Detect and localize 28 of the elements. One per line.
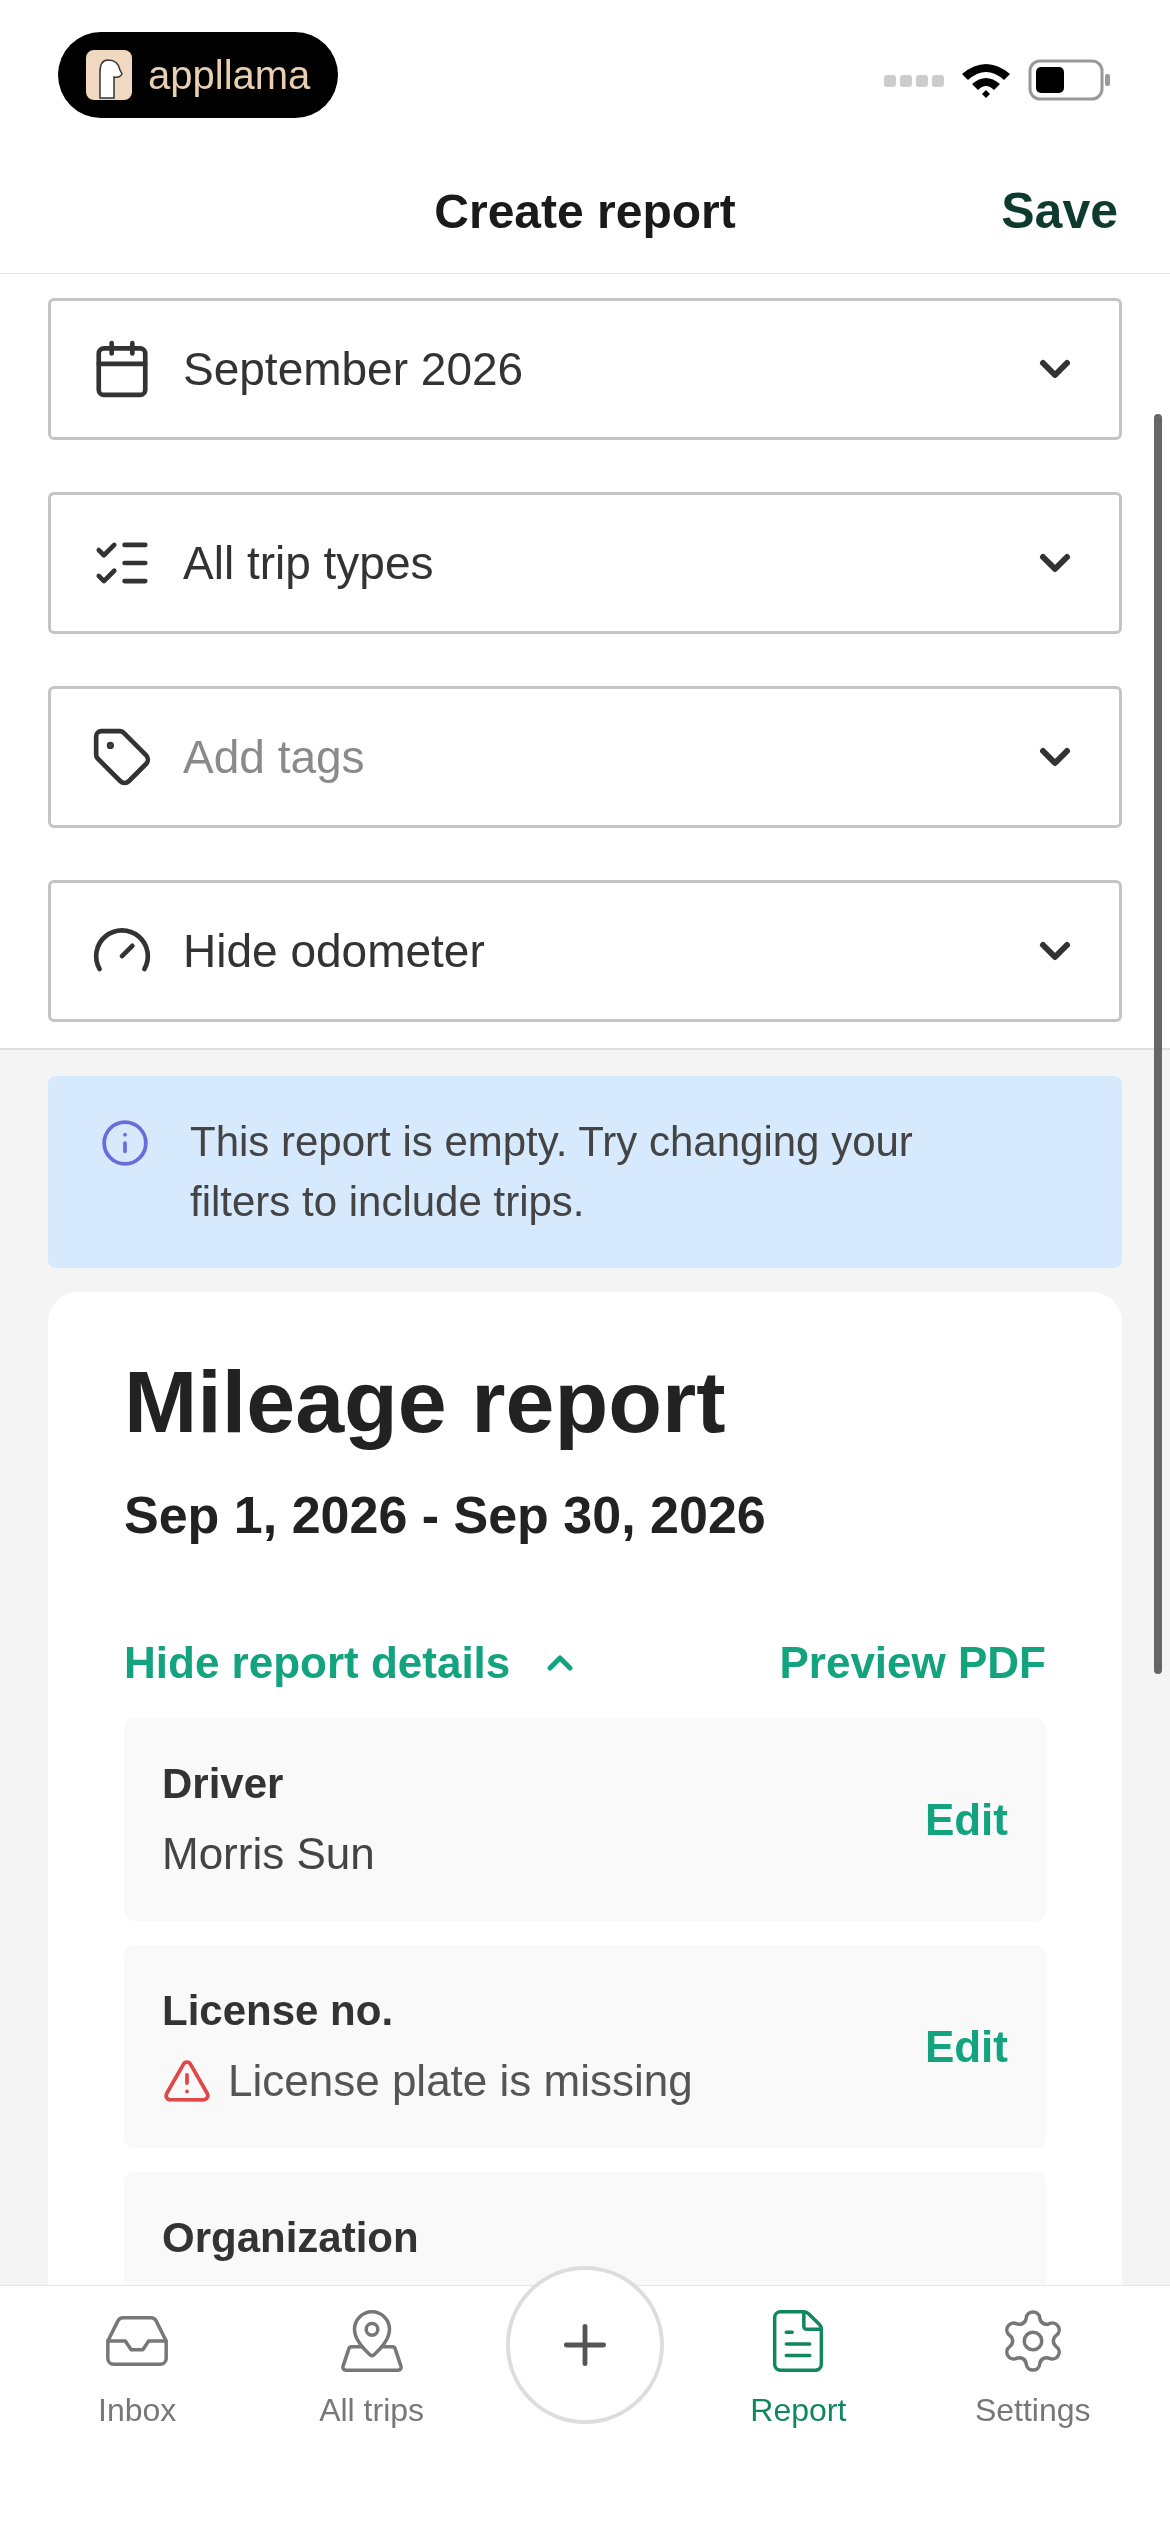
detail-label: Organization: [162, 2213, 419, 2263]
info-text: This report is empty. Try changing your filters to include trips.: [190, 1117, 914, 1227]
tab-bar-item[interactable]: Report: [698, 2286, 899, 2434]
tag-icon: [91, 726, 153, 788]
tab-bar-item[interactable]: Inbox: [37, 2286, 238, 2434]
hide-details-button[interactable]: Hide report details: [124, 1630, 581, 1696]
save-button[interactable]: Save: [1001, 174, 1118, 249]
tab-bar-item[interactable]: All trips: [271, 2286, 472, 2434]
preview-pdf-link[interactable]: Preview PDF: [779, 1630, 1046, 1696]
detail-value: Morris Sun: [162, 1828, 375, 1880]
filter-dropdown[interactable]: Add tags: [48, 686, 1122, 828]
signal-icon: [884, 73, 944, 87]
info-icon: [100, 1118, 150, 1168]
report-date-range: Sep 1, 2026 - Sep 30, 2026: [124, 1485, 767, 1546]
filter-dropdown[interactable]: Hide odometer: [48, 880, 1122, 1022]
battery-icon: [1028, 59, 1112, 101]
edit-link[interactable]: Edit: [924, 2013, 1008, 2080]
edit-link[interactable]: Edit: [924, 1786, 1008, 1853]
app-badge-text: appllama: [148, 52, 311, 99]
filter-dropdown[interactable]: All trip types: [48, 492, 1122, 634]
detail-warning: License plate is missing: [228, 2055, 693, 2107]
page-title: Create report: [434, 183, 736, 240]
llama-logo-icon: [86, 50, 132, 100]
tab-bar-item[interactable]: Settings: [932, 2286, 1133, 2434]
report-title: Mileage report: [124, 1352, 727, 1452]
detail-label: License no.: [162, 1986, 395, 2036]
detail-label: Driver: [162, 1759, 285, 1809]
filter-dropdown[interactable]: September 2026: [48, 298, 1122, 440]
